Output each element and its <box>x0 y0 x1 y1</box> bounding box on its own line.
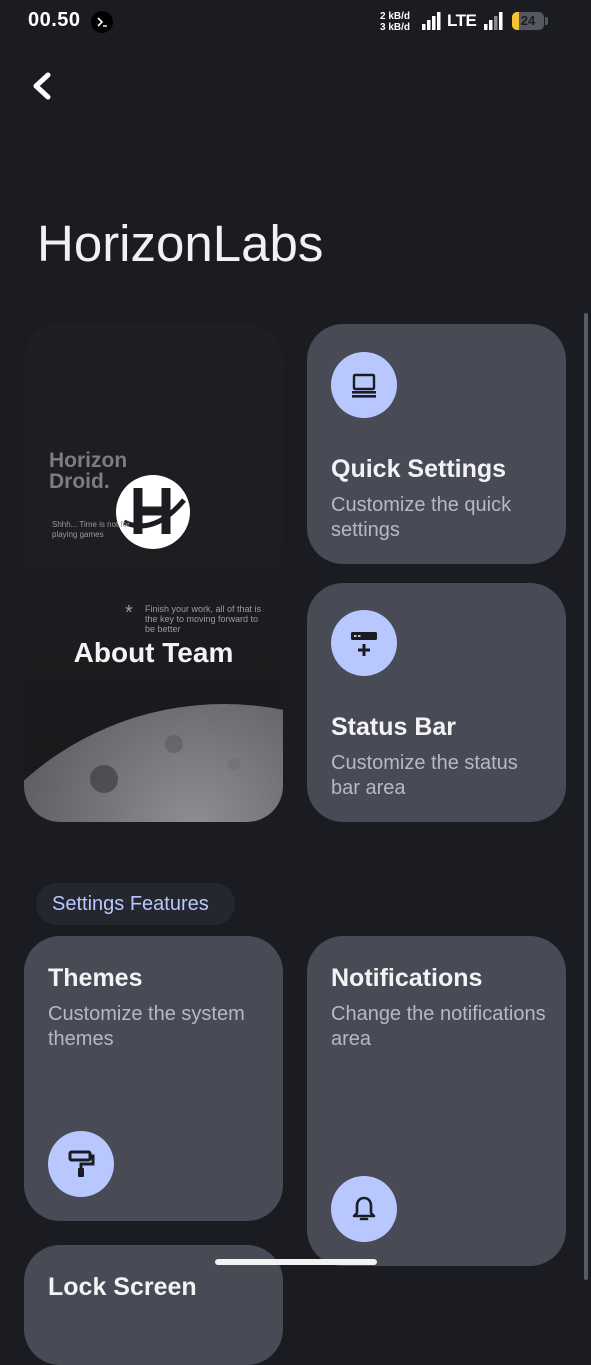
status-bar-desc: Customize the status bar area <box>331 752 518 799</box>
lock-screen-title: Lock Screen <box>48 1273 197 1301</box>
quote-text: Finish your work, all of that is the key… <box>145 604 262 634</box>
about-team-label: About Team <box>73 637 234 668</box>
laptop-icon <box>331 352 397 418</box>
gesture-bar[interactable] <box>215 1259 377 1265</box>
back-button[interactable] <box>26 68 62 104</box>
quick-settings-title: Quick Settings <box>331 455 507 483</box>
bell-icon <box>331 1176 397 1242</box>
about-team-card[interactable]: Horizon Droid. Shhh... Time is not for p… <box>24 324 283 822</box>
section-label: Settings Features <box>52 893 209 915</box>
moon-image <box>24 704 283 822</box>
battery-level: 24 <box>520 13 536 28</box>
chevron-left-icon <box>33 72 51 100</box>
themes-title: Themes <box>48 964 143 992</box>
notifications-title: Notifications <box>331 964 483 992</box>
notifications-desc: Change the notifications area <box>331 1003 546 1050</box>
logo-tagline: Shhh... Time is not for playing games <box>52 520 130 539</box>
quick-settings-card[interactable]: Quick Settings Customize the quick setti… <box>307 324 566 564</box>
paint-roller-icon <box>48 1131 114 1197</box>
status-bar-title: Status Bar <box>331 713 457 741</box>
terminal-icon <box>91 11 113 33</box>
status-bar-card[interactable]: Status Bar Customize the status bar area <box>307 583 566 822</box>
quick-settings-desc: Customize the quick settings <box>331 494 512 541</box>
rate-down: 3 kB/d <box>380 22 411 33</box>
battery-tip <box>545 17 548 25</box>
asterisk-icon: * <box>125 602 133 624</box>
notifications-card[interactable]: Notifications Change the notifications a… <box>307 936 566 1266</box>
scrollbar[interactable] <box>584 313 588 1280</box>
themes-desc: Customize the system themes <box>48 1003 245 1050</box>
status-time: 00.50 <box>28 9 81 31</box>
rate-up: 2 kB/d <box>380 11 411 22</box>
statusbar-add-icon <box>331 610 397 676</box>
network-type: LTE <box>447 11 477 30</box>
network-rate: 2 kB/d 3 kB/d <box>380 11 410 33</box>
signal-icon-2 <box>484 12 503 30</box>
battery-icon: 24 <box>512 12 544 30</box>
signal-icon <box>422 12 441 30</box>
themes-card[interactable]: Themes Customize the system themes <box>24 936 283 1221</box>
page-title: HorizonLabs <box>37 215 324 272</box>
